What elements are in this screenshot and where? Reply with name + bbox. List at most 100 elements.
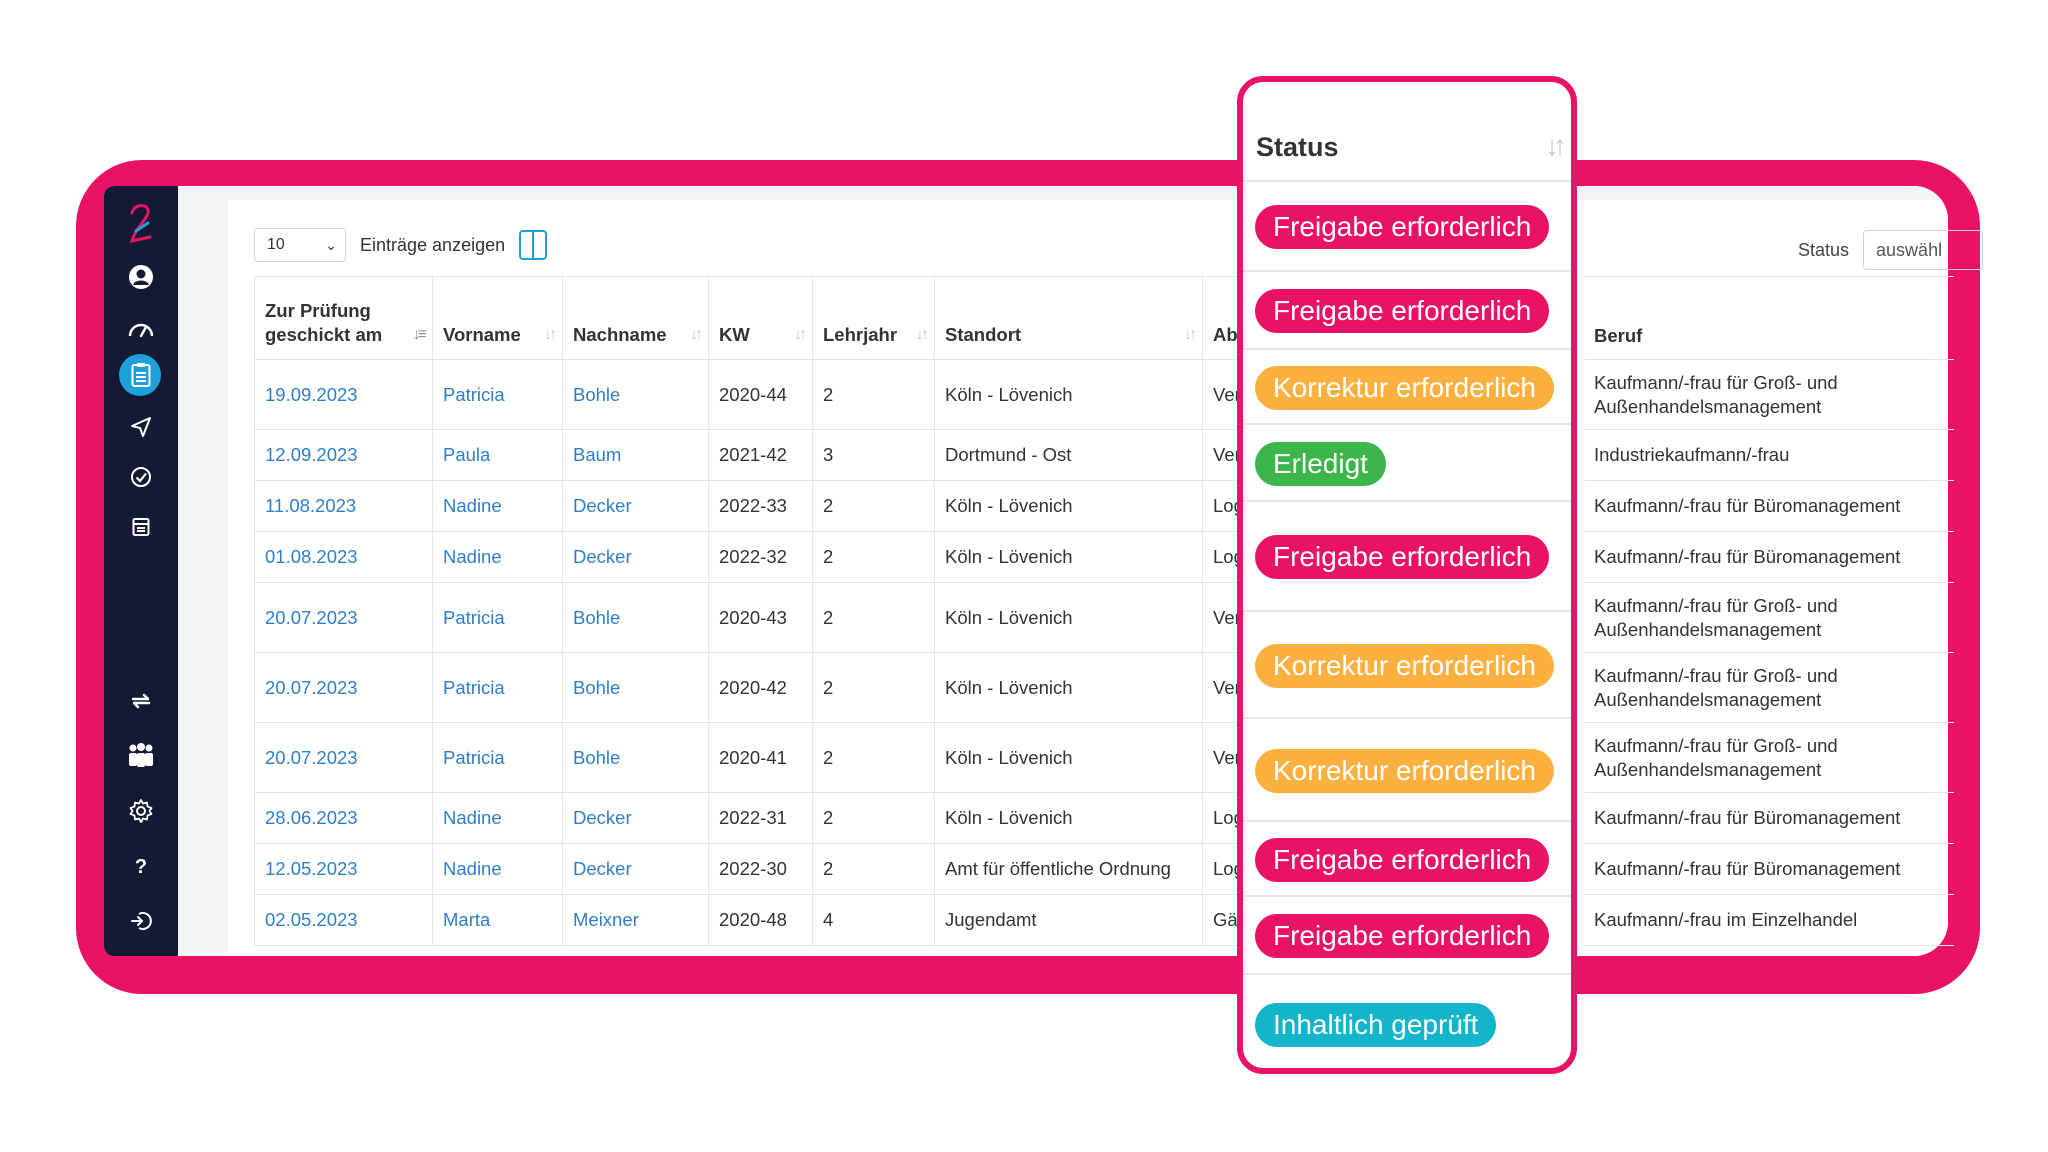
- status-badge[interactable]: Freigabe erforderlich: [1255, 914, 1550, 958]
- page-size-select[interactable]: 10 ⌄: [254, 228, 346, 262]
- send-icon[interactable]: [104, 412, 178, 442]
- reports-icon[interactable]: [104, 360, 178, 390]
- sort-icon[interactable]: ↓↑: [1545, 130, 1567, 162]
- header-date-label: Zur Prüfung geschickt am: [265, 300, 383, 345]
- cell-kw: 2020-42: [708, 652, 813, 723]
- cell-first[interactable]: Nadine: [432, 480, 563, 532]
- status-badge[interactable]: Korrektur erforderlich: [1255, 644, 1554, 688]
- status-cell: Erledigt: [1243, 425, 1571, 502]
- cell-date[interactable]: 02.05.2023: [254, 894, 433, 946]
- header-job[interactable]: Beruf: [1584, 276, 1954, 360]
- cell-last[interactable]: Decker: [562, 792, 709, 844]
- cell-site: Amt für öffentliche Ordnung: [934, 843, 1203, 895]
- cell-first[interactable]: Patricia: [432, 582, 563, 653]
- logout-icon[interactable]: [104, 906, 178, 936]
- cell-first[interactable]: Nadine: [432, 792, 563, 844]
- cell-date[interactable]: 11.08.2023: [254, 480, 433, 532]
- cell-date[interactable]: 01.08.2023: [254, 531, 433, 583]
- status-badge[interactable]: Freigabe erforderlich: [1255, 205, 1550, 249]
- logo-icon[interactable]: [104, 198, 178, 248]
- cell-kw: 2022-33: [708, 480, 813, 532]
- table-row[interactable]: 19.09.2023 Patricia Bohle 2020-44 2 Köln - Lö…: [254, 359, 1255, 430]
- table-row: Kaufmann/-frau für Büromanagement: [1584, 480, 1954, 532]
- sync-icon[interactable]: [104, 686, 178, 716]
- table-row[interactable]: 20.07.2023 Patricia Bohle 2020-41 2 Köln - Lö…: [254, 722, 1255, 793]
- cell-first[interactable]: Patricia: [432, 359, 563, 430]
- cell-date[interactable]: 20.07.2023: [254, 722, 433, 793]
- table-row: Kaufmann/-frau für Groß- und Außenhandel…: [1584, 582, 1954, 653]
- cell-last[interactable]: Decker: [562, 480, 709, 532]
- sort-icon[interactable]: ↓↑: [794, 323, 807, 347]
- status-badge[interactable]: Freigabe erforderlich: [1255, 838, 1550, 882]
- cell-first[interactable]: Patricia: [432, 722, 563, 793]
- cell-last[interactable]: Decker: [562, 843, 709, 895]
- table-row[interactable]: 12.05.2023 Nadine Decker 2022-30 2 Amt für öf…: [254, 843, 1255, 895]
- page-size-value: 10: [267, 236, 285, 253]
- cell-date[interactable]: 12.09.2023: [254, 429, 433, 481]
- cell-year: 2: [812, 359, 935, 430]
- header-first-name[interactable]: Vorname ↓↑: [432, 276, 563, 360]
- user-icon[interactable]: [104, 262, 178, 292]
- cell-last[interactable]: Bohle: [562, 359, 709, 430]
- cell-last[interactable]: Bohle: [562, 652, 709, 723]
- status-badge[interactable]: Korrektur erforderlich: [1255, 366, 1554, 410]
- table-row[interactable]: 20.07.2023 Patricia Bohle 2020-42 2 Köln - Lö…: [254, 652, 1255, 723]
- cell-first[interactable]: Marta: [432, 894, 563, 946]
- table-row[interactable]: 11.08.2023 Nadine Decker 2022-33 2 Köln - Löv…: [254, 480, 1255, 532]
- cell-kw: 2022-32: [708, 531, 813, 583]
- cell-site: Köln - Lövenich: [934, 531, 1203, 583]
- header-site[interactable]: Standort ↓↑: [934, 276, 1203, 360]
- cell-first[interactable]: Patricia: [432, 652, 563, 723]
- header-last-name[interactable]: Nachname ↓↑: [562, 276, 709, 360]
- status-cell: Freigabe erforderlich: [1243, 272, 1571, 350]
- status-badge[interactable]: Korrektur erforderlich: [1255, 749, 1554, 793]
- calendar-icon[interactable]: [104, 512, 178, 542]
- status-badge[interactable]: Freigabe erforderlich: [1255, 289, 1550, 333]
- cell-job: Kaufmann/-frau für Groß- und Außenhandel…: [1584, 359, 1954, 430]
- check-icon[interactable]: [104, 462, 178, 492]
- status-badge[interactable]: Freigabe erforderlich: [1255, 535, 1550, 579]
- status-badge[interactable]: Inhaltlich geprüft: [1255, 1003, 1497, 1047]
- header-kw[interactable]: KW ↓↑: [708, 276, 813, 360]
- cell-first[interactable]: Nadine: [432, 843, 563, 895]
- cell-date[interactable]: 28.06.2023: [254, 792, 433, 844]
- cell-date[interactable]: 20.07.2023: [254, 652, 433, 723]
- table-row[interactable]: 20.07.2023 Patricia Bohle 2020-43 2 Köln - Lö…: [254, 582, 1255, 653]
- cell-last[interactable]: Meixner: [562, 894, 709, 946]
- cell-kw: 2022-30: [708, 843, 813, 895]
- table-row[interactable]: 28.06.2023 Nadine Decker 2022-31 2 Köln - Löv…: [254, 792, 1255, 844]
- cell-date[interactable]: 12.05.2023: [254, 843, 433, 895]
- settings-icon[interactable]: [104, 796, 178, 826]
- table-row: Kaufmann/-frau im Einzelhandel: [1584, 894, 1954, 946]
- table-row[interactable]: 12.09.2023 Paula Baum 2021-42 3 Dortmund - Os…: [254, 429, 1255, 481]
- header-year[interactable]: Lehrjahr ↓↑: [812, 276, 935, 360]
- cell-last[interactable]: Decker: [562, 531, 709, 583]
- header-job-label: Beruf: [1594, 325, 1643, 346]
- columns-toggle-icon[interactable]: [519, 230, 548, 260]
- status-cell: Inhaltlich geprüft: [1243, 975, 1571, 1068]
- status-header[interactable]: Status ↓↑: [1243, 82, 1571, 182]
- sort-icon[interactable]: ↓↑: [916, 323, 929, 347]
- sort-icon[interactable]: ↓↑: [544, 323, 557, 347]
- status-badge[interactable]: Erledigt: [1255, 442, 1386, 486]
- cell-first[interactable]: Paula: [432, 429, 563, 481]
- cell-job: Kaufmann/-frau für Büromanagement: [1584, 843, 1954, 895]
- cell-last[interactable]: Baum: [562, 429, 709, 481]
- table-row[interactable]: 02.05.2023 Marta Meixner 2020-48 4 Jugendamt G…: [254, 894, 1255, 946]
- cell-site: Köln - Lövenich: [934, 582, 1203, 653]
- cell-date[interactable]: 20.07.2023: [254, 582, 433, 653]
- cell-last[interactable]: Bohle: [562, 582, 709, 653]
- cell-date[interactable]: 19.09.2023: [254, 359, 433, 430]
- dashboard-icon[interactable]: [104, 313, 178, 343]
- sort-icon[interactable]: ↓↑: [690, 323, 703, 347]
- status-filter-select[interactable]: auswähl: [1863, 230, 1984, 270]
- help-icon[interactable]: ?: [104, 852, 178, 882]
- team-icon[interactable]: [104, 739, 178, 771]
- sort-icon[interactable]: ↓↑: [1184, 323, 1197, 347]
- sort-desc-icon[interactable]: ↓≡: [413, 323, 427, 347]
- header-date[interactable]: Zur Prüfung geschickt am ↓≡: [254, 276, 433, 360]
- cell-last[interactable]: Bohle: [562, 722, 709, 793]
- table-row[interactable]: 01.08.2023 Nadine Decker 2022-32 2 Köln - Löv…: [254, 531, 1255, 583]
- cell-first[interactable]: Nadine: [432, 531, 563, 583]
- header-site-label: Standort: [945, 324, 1022, 345]
